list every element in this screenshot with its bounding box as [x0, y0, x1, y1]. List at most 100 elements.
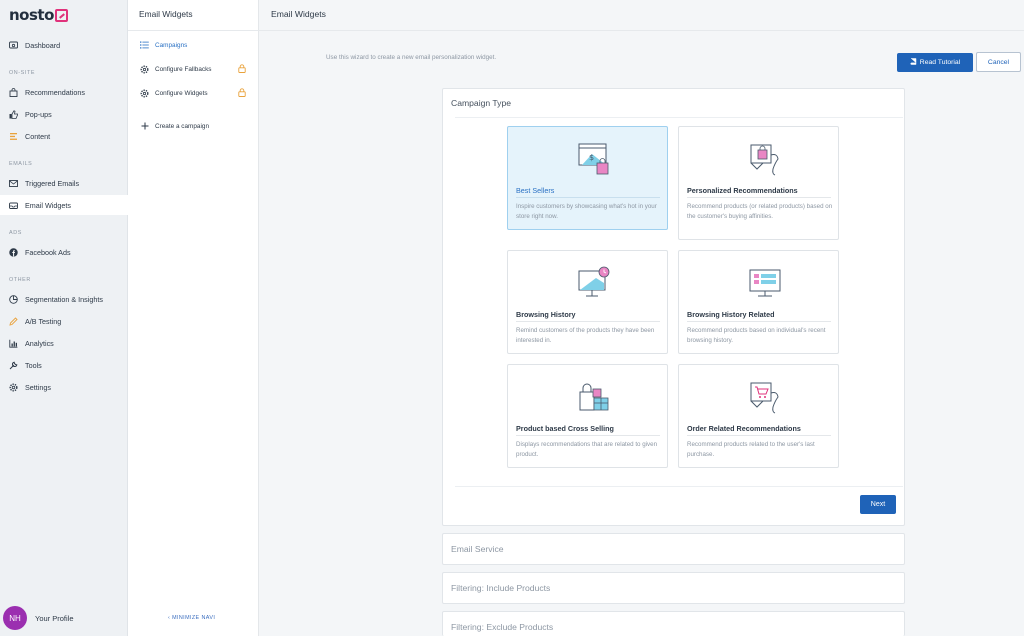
campaign-card-product-cross-selling[interactable]: Product based Cross Selling Displays rec… [507, 364, 668, 468]
facebook-icon [9, 247, 18, 257]
gear-icon [9, 383, 18, 392]
card-description: Recommend products based on individual's… [687, 327, 826, 344]
pencil-icon [9, 316, 18, 326]
nav-section-emails: EMAILS [9, 161, 33, 167]
profile-name: Your Profile [35, 613, 74, 623]
minimize-navi-button[interactable]: ‹ MINIMIZE NAVI [168, 615, 215, 621]
nosto-logo[interactable]: nosto [9, 6, 68, 24]
filter-include-panel[interactable]: Filtering: Include Products [442, 572, 905, 604]
sidebar-item-label: Email Widgets [25, 200, 71, 210]
cancel-button[interactable]: Cancel [976, 52, 1021, 72]
thumbs-up-icon [9, 109, 18, 119]
gear-icon [140, 89, 149, 98]
sub-navigation: Email Widgets Campaigns Configure Fallba… [128, 0, 259, 636]
email-service-panel[interactable]: Email Service [442, 533, 905, 565]
subnav-item-label: Campaigns [155, 41, 188, 49]
card-title: Browsing History [516, 310, 576, 319]
campaign-card-best-sellers[interactable]: $ Best Sellers Inspire customers by show… [507, 126, 668, 230]
content-icon [9, 132, 18, 141]
sidebar-item-facebook-ads[interactable]: Facebook Ads [0, 242, 128, 262]
sidebar-item-popups[interactable]: Pop-ups [0, 104, 128, 124]
logo-text: nosto [9, 6, 54, 24]
sidebar-item-triggered-emails[interactable]: Triggered Emails [0, 173, 128, 193]
nav-section-ads: ADS [9, 230, 22, 236]
campaign-card-personalized-recommendations[interactable]: Personalized Recommendations Recommend p… [678, 126, 839, 240]
mail-icon [9, 179, 18, 188]
list-icon [140, 41, 149, 49]
subnav-item-configure-widgets[interactable]: Configure Widgets [140, 88, 252, 99]
card-description: Recommend products related to the user's… [687, 441, 815, 458]
divider [687, 197, 831, 198]
card-title: Personalized Recommendations [687, 186, 798, 195]
subnav-item-campaigns[interactable]: Campaigns [140, 41, 252, 49]
sidebar-item-label: Recommendations [25, 87, 85, 97]
sidebar-item-label: Segmentation & Insights [25, 294, 103, 304]
campaign-card-browsing-history-related[interactable]: Browsing History Related Recommend produ… [678, 250, 839, 354]
next-button[interactable]: Next [860, 495, 896, 514]
order-related-icon [750, 382, 779, 414]
sidebar-item-label: A/B Testing [25, 316, 62, 326]
subnav-title: Email Widgets [139, 9, 193, 19]
panel-title: Campaign Type [451, 98, 512, 108]
browsing-history-icon [578, 266, 610, 297]
card-title: Order Related Recommendations [687, 424, 801, 433]
sidebar-item-label: Triggered Emails [25, 178, 80, 188]
read-tutorial-label: Read Tutorial [919, 59, 961, 66]
plus-icon [140, 122, 149, 130]
sidebar-item-dashboard[interactable]: Dashboard [0, 35, 128, 55]
card-title: Browsing History Related [687, 310, 775, 319]
wrench-icon [9, 361, 18, 370]
avatar: NH [3, 606, 27, 630]
dashboard-icon [9, 41, 18, 50]
campaign-type-panel: Campaign Type $ Best Sellers Inspire cus… [442, 88, 905, 526]
subnav-item-configure-fallbacks[interactable]: Configure Fallbacks [140, 64, 252, 75]
svg-text:$: $ [589, 153, 594, 162]
minimize-label: MINIMIZE NAVI [172, 615, 216, 621]
divider [516, 197, 660, 198]
panel-title: Filtering: Include Products [451, 583, 551, 593]
lock-icon [238, 88, 246, 99]
sidebar-item-analytics[interactable]: Analytics [0, 333, 128, 353]
card-description: Inspire customers by showcasing what's h… [516, 203, 657, 220]
inbox-icon [9, 201, 18, 210]
divider [516, 435, 660, 436]
sidebar-item-recommendations[interactable]: Recommendations [0, 82, 128, 102]
sidebar-item-label: Facebook Ads [25, 247, 71, 257]
divider [128, 30, 259, 31]
subnav-item-label: Configure Fallbacks [155, 66, 212, 73]
campaign-card-browsing-history[interactable]: Browsing History Remind customers of the… [507, 250, 668, 354]
divider [516, 321, 660, 322]
sidebar-item-content[interactable]: Content [0, 126, 128, 146]
sidebar-item-email-widgets[interactable]: Email Widgets [0, 195, 128, 215]
nav-section-onsite: ON-SITE [9, 70, 36, 76]
subnav-item-create-campaign[interactable]: Create a campaign [140, 122, 252, 130]
bag-icon [9, 87, 18, 97]
card-title: Best Sellers [516, 186, 555, 195]
page-title: Email Widgets [271, 9, 326, 19]
subnav-item-label: Create a campaign [155, 122, 209, 130]
sidebar-item-label: Content [25, 131, 51, 141]
card-description: Displays recommendations that are relate… [516, 441, 658, 458]
sidebar-item-segmentation[interactable]: Segmentation & Insights [0, 289, 128, 309]
lock-icon [238, 64, 246, 75]
panel-title: Email Service [451, 544, 504, 554]
sidebar-item-tools[interactable]: Tools [0, 355, 128, 375]
sidebar-item-settings[interactable]: Settings [0, 377, 128, 397]
profile-menu[interactable]: NH Your Profile [3, 606, 74, 630]
card-title: Product based Cross Selling [516, 424, 614, 433]
sidebar-item-ab-testing[interactable]: A/B Testing [0, 311, 128, 331]
campaign-card-order-related[interactable]: Order Related Recommendations Recommend … [678, 364, 839, 468]
divider [687, 321, 831, 322]
read-tutorial-button[interactable]: Read Tutorial [897, 53, 973, 72]
pie-chart-icon [9, 294, 18, 304]
sidebar-item-label: Settings [25, 382, 51, 392]
wizard-intro-text: Use this wizard to create a new email pe… [326, 54, 497, 61]
sidebar-item-label: Dashboard [25, 40, 61, 50]
gear-icon [140, 65, 149, 74]
logo-mark-icon [54, 8, 68, 22]
filter-exclude-panel[interactable]: Filtering: Exclude Products [442, 611, 905, 636]
sidebar-item-label: Pop-ups [25, 109, 52, 119]
subnav-item-label: Configure Widgets [155, 90, 208, 97]
divider [687, 435, 831, 436]
sidebar-item-label: Tools [25, 360, 42, 370]
